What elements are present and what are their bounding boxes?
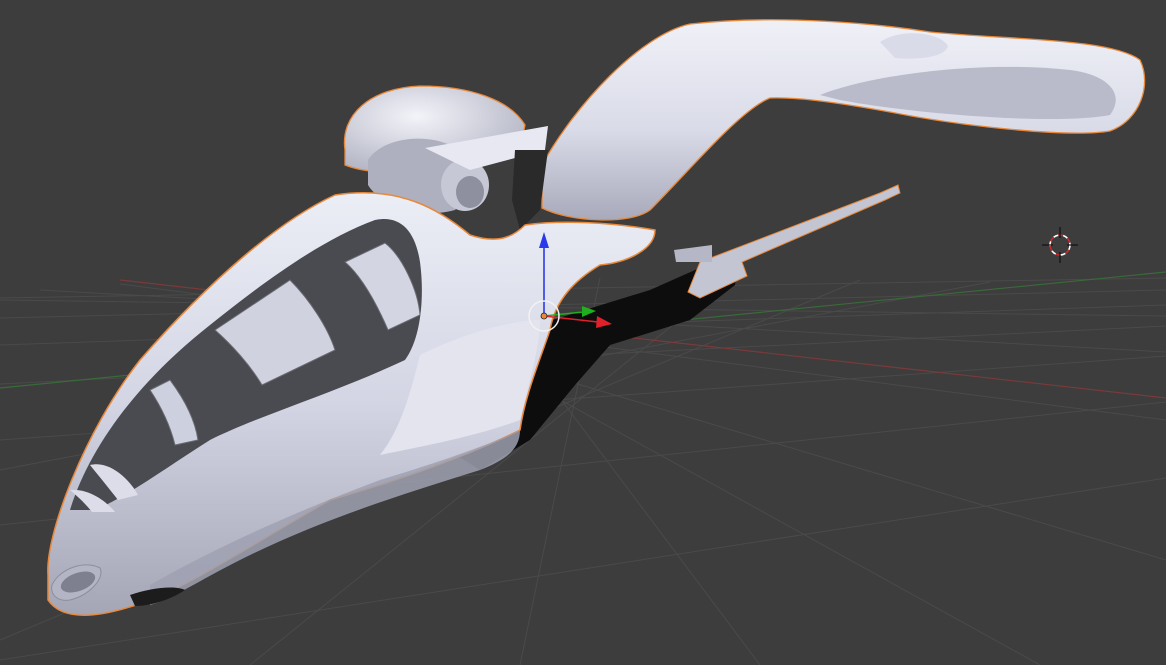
- antenna: [674, 184, 901, 299]
- wing-boom: [541, 19, 1146, 221]
- 3d-viewport[interactable]: [0, 0, 1166, 665]
- object-origin-icon: [540, 312, 548, 320]
- engine-shadow-slot: [512, 150, 548, 230]
- engine-port-inner: [456, 176, 484, 208]
- viewport-canvas[interactable]: [0, 0, 1166, 665]
- 3d-cursor-icon[interactable]: [1042, 227, 1078, 263]
